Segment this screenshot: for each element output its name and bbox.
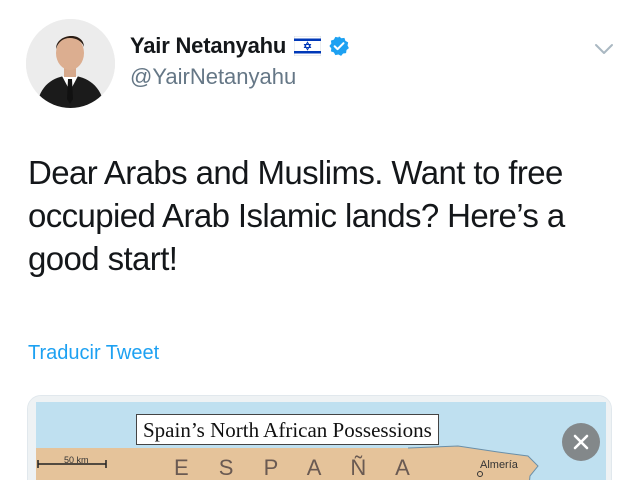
map-title: Spain’s North African Possessions xyxy=(136,414,439,445)
map-scale-label: 50 km xyxy=(64,455,89,465)
avatar[interactable] xyxy=(26,19,115,108)
close-media-button[interactable] xyxy=(562,423,600,461)
tweet-text-line: occupied Arab Islamic lands? Here’s a xyxy=(28,197,565,234)
verified-badge-icon xyxy=(329,36,350,56)
tweet-media-image[interactable]: Spain’s North African Possessions 50 km … xyxy=(27,395,612,480)
tweet-header: Yair Netanyahu @YairNetanyahu xyxy=(0,0,640,120)
display-name[interactable]: Yair Netanyahu xyxy=(130,33,286,59)
map-city-label: Almería xyxy=(480,459,518,471)
author-handle[interactable]: @YairNetanyahu xyxy=(130,64,296,90)
translate-tweet-link[interactable]: Traducir Tweet xyxy=(28,342,159,365)
close-icon xyxy=(573,434,589,450)
tweet-text-line: Dear Arabs and Muslims. Want to free xyxy=(28,154,563,191)
tweet-text: Dear Arabs and Muslims. Want to free occ… xyxy=(28,151,628,280)
author-name-row: Yair Netanyahu xyxy=(130,33,350,59)
tweet-text-line: good start! xyxy=(28,240,178,277)
israel-flag-icon xyxy=(294,36,322,56)
chevron-down-icon[interactable] xyxy=(592,40,616,58)
avatar-photo-icon xyxy=(26,19,115,108)
map-country-label: E S P A Ñ A xyxy=(174,455,422,480)
